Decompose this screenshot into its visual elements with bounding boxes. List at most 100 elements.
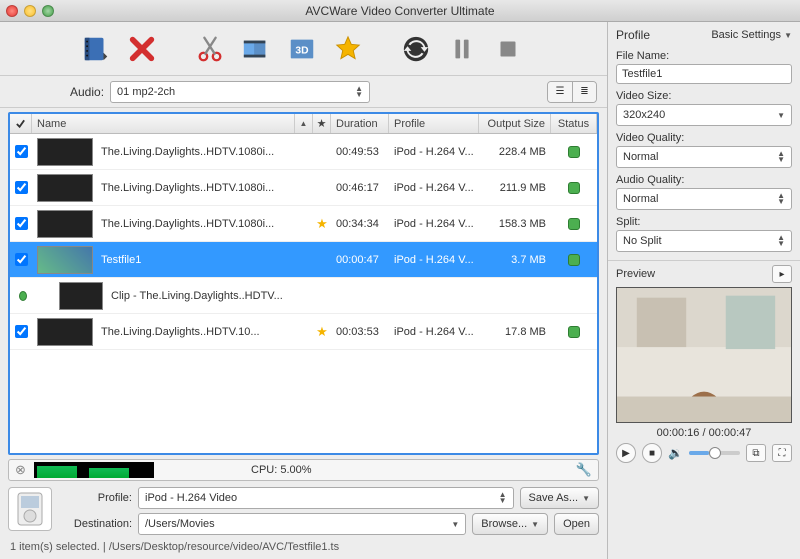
remove-task-button[interactable]: ⊗ (15, 462, 26, 478)
destination-select[interactable]: /Users/Movies ▼ (138, 513, 466, 535)
table-row[interactable]: Testfile100:00:47iPod - H.264 V...3.7 MB (10, 242, 597, 278)
videoquality-select[interactable]: Normal▲▼ (616, 146, 792, 168)
effects-button[interactable] (238, 29, 274, 69)
table-row[interactable]: The.Living.Daylights..HDTV.10...★00:03:5… (10, 314, 597, 350)
remove-button[interactable] (124, 29, 160, 69)
child-indicator-icon (19, 291, 27, 301)
row-checkbox[interactable] (10, 206, 32, 241)
row-duration: 00:46:17 (331, 170, 389, 205)
play-button[interactable]: ▶ (616, 443, 636, 463)
add-file-button[interactable] (78, 29, 114, 69)
star-icon: ★ (316, 324, 328, 340)
row-status (551, 278, 597, 313)
zoom-button[interactable] (42, 5, 54, 17)
cut-button[interactable] (192, 29, 228, 69)
row-size: 211.9 MB (479, 170, 551, 205)
row-checkbox[interactable] (10, 314, 32, 349)
checkbox[interactable] (15, 181, 28, 194)
thumbnail (37, 138, 93, 166)
split-label: Split: (616, 216, 792, 228)
row-name-cell: The.Living.Daylights..HDTV.10... (32, 314, 295, 349)
volume-slider[interactable] (689, 451, 740, 455)
col-sort[interactable]: ▲ (295, 114, 313, 133)
preview-popout-button[interactable]: ▸ (772, 265, 792, 283)
col-duration[interactable]: Duration (331, 114, 389, 133)
audio-row: Audio: 01 mp2-2ch ▲▼ ☰ ≣ (0, 76, 607, 108)
col-favorite[interactable]: ★ (313, 114, 331, 133)
filename-input[interactable]: Testfile1 (616, 64, 792, 84)
row-favorite[interactable] (313, 242, 331, 277)
split-select[interactable]: No Split▲▼ (616, 230, 792, 252)
fullscreen-button[interactable]: ⛶ (772, 444, 792, 462)
col-name[interactable]: Name (32, 114, 295, 133)
table-header: Name ▲ ★ Duration Profile Output Size St… (10, 114, 597, 134)
row-status (551, 242, 597, 277)
row-duration: 00:49:53 (331, 134, 389, 169)
col-check[interactable] (10, 114, 32, 133)
row-favorite[interactable] (313, 170, 331, 205)
checkbox[interactable] (15, 145, 28, 158)
audioquality-select[interactable]: Normal▲▼ (616, 188, 792, 210)
row-favorite[interactable]: ★ (313, 206, 331, 241)
audioquality-label: Audio Quality: (616, 174, 792, 186)
titlebar: AVCWare Video Converter Ultimate (0, 0, 800, 22)
volume-icon[interactable]: 🔉 (668, 446, 683, 460)
table-row[interactable]: The.Living.Daylights..HDTV.1080i...★00:3… (10, 206, 597, 242)
row-profile: iPod - H.264 V... (389, 314, 479, 349)
videosize-select[interactable]: 320x240▼ (616, 104, 792, 126)
snapshot-button[interactable]: ⧉ (746, 444, 766, 462)
device-icon[interactable] (8, 487, 52, 531)
row-favorite[interactable] (313, 278, 331, 313)
row-favorite[interactable]: ★ (313, 314, 331, 349)
view-toggle: ☰ ≣ (547, 81, 597, 103)
thumbnail (59, 282, 103, 310)
convert-button[interactable] (398, 29, 434, 69)
row-checkbox[interactable] (10, 278, 32, 313)
sidebar-heading: Profile (616, 28, 650, 42)
detail-view-button[interactable]: ≣ (572, 82, 596, 102)
profile-select[interactable]: iPod - H.264 Video ▲▼ (138, 487, 514, 509)
open-button[interactable]: Open (554, 513, 599, 535)
videoquality-label: Video Quality: (616, 132, 792, 144)
audio-value: 01 mp2-2ch (117, 86, 175, 98)
table-row[interactable]: The.Living.Daylights..HDTV.1080i...00:46… (10, 170, 597, 206)
row-status (551, 206, 597, 241)
row-filename: Testfile1 (101, 254, 141, 266)
row-checkbox[interactable] (10, 242, 32, 277)
preview-stop-button[interactable]: ■ (642, 443, 662, 463)
table-row[interactable]: The.Living.Daylights..HDTV.1080i... 00:49… (10, 134, 597, 170)
table-row[interactable]: Clip - The.Living.Daylights..HDTV... (10, 278, 597, 314)
browse-button[interactable]: Browse...▼ (472, 513, 548, 535)
3d-button[interactable]: 3D (284, 29, 320, 69)
minimize-button[interactable] (24, 5, 36, 17)
settings-icon[interactable]: 🔧 (576, 462, 592, 478)
audio-label: Audio: (70, 85, 104, 99)
basic-settings-button[interactable]: Basic Settings ▼ (711, 29, 792, 41)
row-duration: 00:00:47 (331, 242, 389, 277)
thumbnail (37, 246, 93, 274)
checkbox[interactable] (15, 253, 28, 266)
thumbnail (37, 318, 93, 346)
row-profile: iPod - H.264 V... (389, 170, 479, 205)
cpu-label: CPU: 5.00% (162, 464, 401, 476)
col-profile[interactable]: Profile (389, 114, 479, 133)
save-as-button[interactable]: Save As...▼ (520, 487, 599, 509)
stop-button[interactable] (490, 29, 526, 69)
row-checkbox[interactable] (10, 134, 32, 169)
pause-button[interactable] (444, 29, 480, 69)
status-ready-icon (568, 182, 580, 194)
list-view-button[interactable]: ☰ (548, 82, 572, 102)
favorite-button[interactable] (330, 29, 366, 69)
col-status[interactable]: Status (551, 114, 597, 133)
row-favorite[interactable] (313, 134, 331, 169)
status-line: 1 item(s) selected. | /Users/Desktop/res… (0, 537, 607, 559)
checkbox[interactable] (15, 325, 28, 338)
close-button[interactable] (6, 5, 18, 17)
star-icon: ★ (316, 216, 328, 232)
checkbox[interactable] (15, 217, 28, 230)
audio-select[interactable]: 01 mp2-2ch ▲▼ (110, 81, 370, 103)
row-name-cell: The.Living.Daylights..HDTV.1080i... (32, 134, 295, 169)
row-checkbox[interactable] (10, 170, 32, 205)
thumbnail (37, 210, 93, 238)
col-output-size[interactable]: Output Size (479, 114, 551, 133)
